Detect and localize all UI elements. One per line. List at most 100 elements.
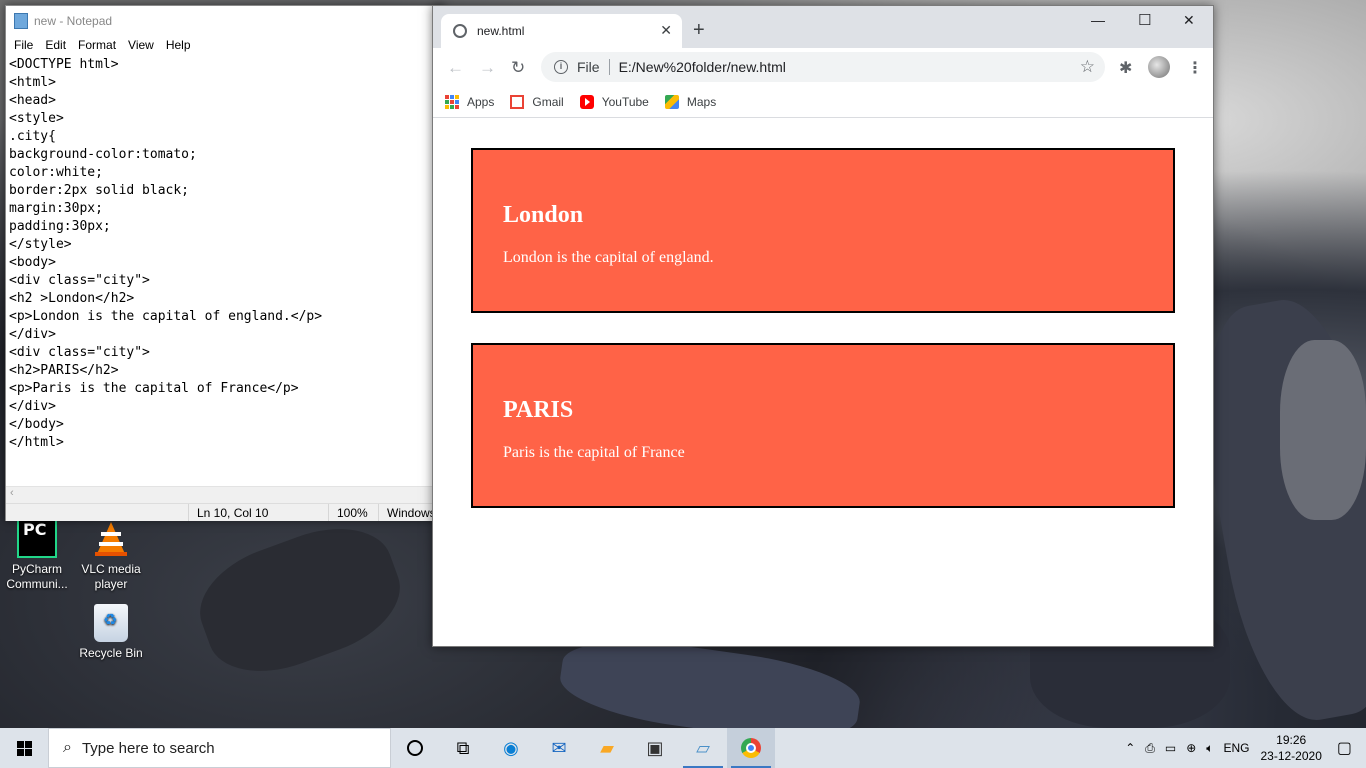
clock-time: 19:26 [1276,733,1307,747]
taskbar-mail[interactable]: ✉ [535,728,583,768]
notepad-title: new - Notepad [34,13,113,28]
reload-icon[interactable]: ↻ [511,58,525,78]
scroll-left-icon[interactable]: ‹ [10,487,14,499]
taskbar-search-box[interactable]: ⌕ Type here to search [48,728,391,768]
desktop-icon-vlc[interactable]: VLC media player [75,518,147,592]
recycle-bin-icon: ♻ [94,604,128,642]
bookmark-maps[interactable]: Maps [664,94,717,109]
notepad-titlebar[interactable]: new - Notepad [6,6,444,35]
bookmark-youtube[interactable]: YouTube [579,94,649,109]
notepad-text-area[interactable]: <DOCTYPE html> <html> <head> <style> .ci… [6,56,434,486]
taskbar-file-explorer[interactable]: ▰ [583,728,631,768]
system-tray: ⌃ ⎙ ▭ ⊕ 🔈︎ ENG 19:26 23-12-2020 ▢ [1120,728,1366,768]
browser-tab[interactable]: new.html ✕ [441,14,682,48]
network-device-icon[interactable]: ⎙ [1145,741,1155,756]
chrome-icon [741,738,761,758]
address-url: E:/New%20folder/new.html [618,59,786,75]
search-placeholder: Type here to search [81,739,215,757]
taskbar-notepad[interactable]: ▱ [679,728,727,768]
new-tab-button[interactable]: + [693,19,705,42]
clock-date: 23-12-2020 [1260,749,1322,763]
bookmark-star-icon[interactable]: ☆ [1080,57,1095,77]
bookmark-label: Maps [686,94,717,109]
taskbar: ⌕ Type here to search ⧉ ◉ ✉ ▰ ▣ ▱ ⌃ ⎙ ▭ … [0,728,1366,768]
taskbar-edge[interactable]: ◉ [487,728,535,768]
menu-file[interactable]: File [8,38,39,52]
close-tab-icon[interactable]: ✕ [660,22,672,39]
desktop-icon-label: Recycle Bin [79,646,143,660]
maximize-button[interactable]: ☐ [1138,11,1151,29]
minimize-button[interactable]: — [1091,12,1105,28]
cursor-position: Ln 10, Col 10 [188,504,328,521]
cortana-button[interactable] [391,728,439,768]
battery-icon[interactable]: ▭ [1165,741,1176,755]
tab-title: new.html [477,24,525,38]
city-description: Paris is the capital of France [503,444,685,461]
gmail-icon [510,94,525,109]
notepad-taskbar-icon: ▱ [696,737,710,758]
extensions-puzzle-icon[interactable]: ✱ [1119,58,1132,78]
windows-logo-icon [16,740,32,756]
globe-icon [453,24,467,38]
info-icon[interactable]: i [554,60,568,74]
notification-icon[interactable]: ▢ [1337,738,1352,758]
profile-avatar[interactable] [1148,56,1170,78]
city-card-london: London London is the capital of england. [471,148,1175,313]
taskbar-store[interactable]: ▣ [631,728,679,768]
folder-icon: ▰ [600,737,614,758]
bookmark-gmail[interactable]: Gmail [510,94,564,109]
city-card-paris: PARIS Paris is the capital of France [471,343,1175,508]
bookmark-apps[interactable]: Apps [445,94,495,109]
mail-icon: ✉ [551,737,567,758]
bookmark-label: Gmail [532,94,564,109]
chrome-window: new.html ✕ + — ☐ ✕ ← → ↻ i File E:/New%2… [432,5,1214,647]
forward-arrow-icon[interactable]: → [479,58,496,78]
menu-format[interactable]: Format [72,38,122,52]
desktop-icon-pycharm[interactable]: PC PyCharm Communi... [1,518,73,592]
desktop-icon-recycle-bin[interactable]: ♻ Recycle Bin [75,604,147,661]
bookmarks-bar: Apps Gmail YouTube Maps [433,86,1213,118]
vlc-icon [91,518,131,558]
edge-icon: ◉ [503,737,519,758]
menu-edit[interactable]: Edit [39,38,72,52]
desktop-icon-label: VLC media player [81,562,141,591]
pycharm-icon: PC [17,518,57,558]
search-icon: ⌕ [63,739,72,756]
menu-kebab-icon[interactable]: ⋮ [1187,58,1203,78]
close-window-button[interactable]: ✕ [1183,12,1195,29]
address-scheme: File [577,59,600,75]
taskbar-chrome[interactable] [727,728,775,768]
tab-strip: new.html ✕ + — ☐ ✕ [433,6,1213,48]
clock[interactable]: 19:26 23-12-2020 [1260,732,1321,764]
language-indicator[interactable]: ENG [1223,741,1249,755]
bookmark-label: YouTube [601,94,649,109]
globe-network-icon[interactable]: ⊕ [1186,741,1196,755]
address-bar[interactable]: i File E:/New%20folder/new.html ☆ [541,52,1105,82]
volume-icon[interactable]: 🔈︎ [1206,741,1213,756]
city-description: London is the capital of england. [503,249,714,266]
zoom-level: 100% [328,504,378,521]
bookmark-label: Apps [467,94,495,109]
notepad-icon [14,12,28,29]
apps-grid-icon [445,94,459,109]
city-heading: PARIS [503,397,574,423]
maps-icon [664,94,679,109]
browser-toolbar: ← → ↻ i File E:/New%20folder/new.html ☆ … [433,48,1213,86]
notepad-menubar: File Edit Format View Help [6,35,444,54]
city-heading: London [503,202,584,228]
task-view-icon: ⧉ [456,737,470,758]
menu-help[interactable]: Help [160,38,197,52]
address-separator [608,59,610,75]
desktop-icon-label: PyCharm Communi... [6,562,68,591]
menu-view[interactable]: View [122,38,160,52]
youtube-icon [579,94,594,109]
notepad-statusbar: Ln 10, Col 10 100% Windows [6,503,444,521]
show-hidden-icons-chevron-icon[interactable]: ⌃ [1125,741,1135,755]
cortana-circle-icon [407,740,423,756]
horizontal-scrollbar[interactable]: ‹ [6,486,434,503]
task-view-button[interactable]: ⧉ [439,728,487,768]
notepad-window: new - Notepad File Edit Format View Help… [5,5,445,521]
back-arrow-icon[interactable]: ← [447,58,464,78]
start-button[interactable] [0,728,48,768]
page-viewport: London London is the capital of england.… [433,118,1213,646]
